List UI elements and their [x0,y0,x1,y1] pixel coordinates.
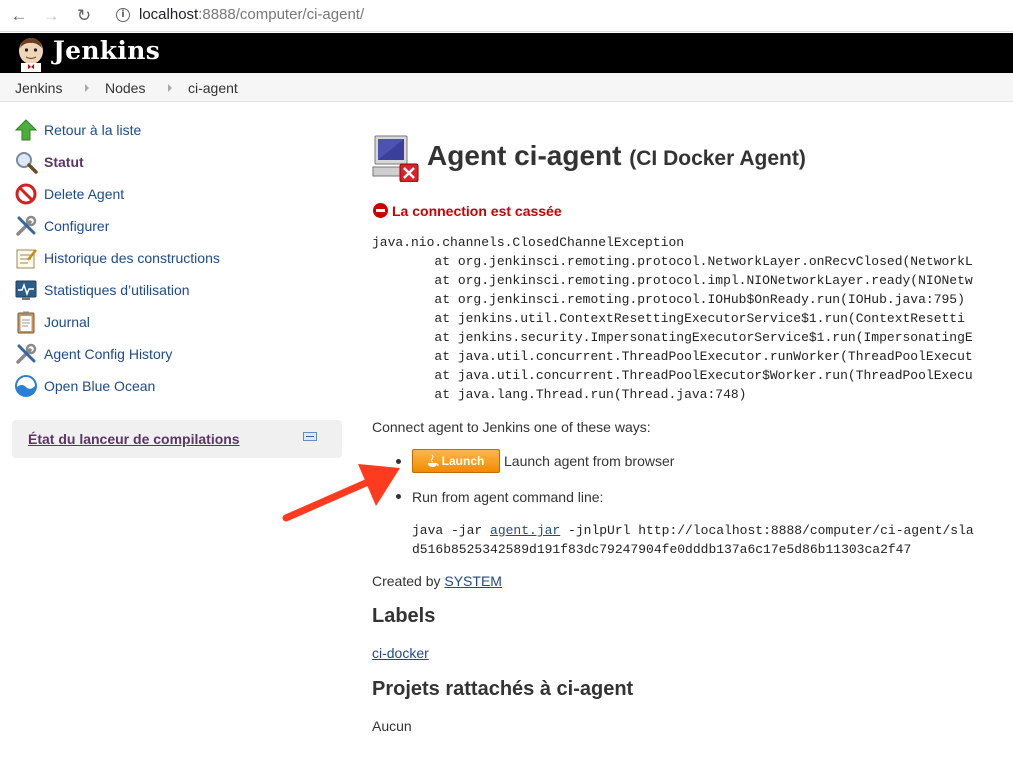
task-label[interactable]: Historique des constructions [44,250,220,266]
back-arrow-icon[interactable]: ← [8,5,30,27]
task-open-blue-ocean[interactable]: Open Blue Ocean [14,374,334,398]
executor-status-pane: État du lanceur de compilations [12,420,342,458]
side-panel: Retour à la liste Statut Delete Agent Co… [0,102,350,768]
task-agent-config-history[interactable]: Agent Config History [14,342,334,366]
task-configure[interactable]: Configurer [14,214,334,238]
main-panel: Agent ci-agent (CI Docker Agent) La conn… [372,102,1013,768]
created-by: Created by SYSTEM [372,573,502,589]
collapse-icon[interactable] [303,432,317,441]
url-host: localhost [139,6,199,23]
cmd-prefix: java -jar [412,523,491,538]
task-load-statistics[interactable]: Statistiques d’utilisation [14,278,334,302]
task-label[interactable]: Delete Agent [44,186,124,202]
breadcrumb: Jenkins Nodes ci-agent [0,73,1013,102]
jenkins-logo-text[interactable]: Jenkins [53,36,160,65]
url-path: :8888/computer/ci-agent/ [198,6,365,23]
magnifier-icon [16,152,38,174]
cmd-jnlp-url: -jnlpUrl http://localhost:8888/computer/… [560,523,974,538]
blue-ocean-icon [15,375,37,397]
task-label[interactable]: Configurer [44,218,109,234]
browser-toolbar: ← → ↻ i localhost:8888/computer/ci-agent… [0,0,1013,32]
url-text[interactable]: localhost:8888/computer/ci-agent/ [139,6,364,23]
info-icon[interactable]: i [116,8,130,22]
task-label[interactable]: Retour à la liste [44,122,141,138]
task-status[interactable]: Statut [14,150,334,174]
page-title: Agent ci-agent (CI Docker Agent) [427,140,806,172]
forward-arrow-icon[interactable]: → [40,5,62,27]
task-label[interactable]: Statistiques d’utilisation [44,282,190,298]
jenkins-butler-icon[interactable] [14,36,48,72]
task-delete-agent[interactable]: Delete Agent [14,182,334,206]
created-by-user-link[interactable]: SYSTEM [444,573,502,589]
launch-description: Launch agent from browser [504,453,675,469]
executor-status-title[interactable]: État du lanceur de compilations [28,431,240,447]
connection-status-text: La connection est cassée [392,203,562,219]
notepad-icon [16,249,37,269]
launch-button[interactable]: Launch [412,449,500,473]
connect-intro: Connect agent to Jenkins one of these wa… [372,419,651,435]
agent-jar-link[interactable]: agent.jar [490,523,560,538]
clipboard-icon [17,311,35,334]
created-by-label: Created by [372,573,445,589]
agent-command: java -jar agent.jar -jnlpUrl http://loca… [412,521,974,559]
tools-icon [16,343,37,364]
launch-button-label: Launch [441,454,485,468]
address-bar[interactable]: i localhost:8888/computer/ci-agent/ [108,3,1013,28]
label-link[interactable]: ci-docker [372,645,429,661]
breadcrumb-item-jenkins[interactable]: Jenkins [15,80,62,96]
breadcrumb-separator-icon [168,84,172,92]
annotation-arrow-icon [282,464,400,522]
monitor-graph-icon [15,280,37,300]
computer-offline-icon [372,135,419,182]
no-entry-icon [15,183,37,205]
error-icon [373,203,388,218]
task-label[interactable]: Open Blue Ocean [44,378,155,394]
task-log[interactable]: Journal [14,310,334,334]
breadcrumb-separator-icon [85,84,89,92]
task-label[interactable]: Statut [44,154,84,170]
breadcrumb-item-ci-agent[interactable]: ci-agent [188,80,238,96]
up-arrow-icon [14,119,38,141]
jenkins-header: Jenkins [0,33,1013,73]
agent-description: (CI Docker Agent) [629,147,806,170]
task-label[interactable]: Agent Config History [44,346,172,362]
task-label[interactable]: Journal [44,314,90,330]
projects-heading: Projets rattachés à ci-agent [372,678,634,700]
java-cup-icon [428,454,439,467]
labels-heading: Labels [372,605,436,627]
task-back-to-list[interactable]: Retour à la liste [14,118,334,142]
breadcrumb-item-nodes[interactable]: Nodes [105,80,145,96]
projects-none: Aucun [372,718,412,734]
stack-trace: java.nio.channels.ClosedChannelException… [372,235,973,402]
agent-name: Agent ci-agent [427,140,622,171]
reload-icon[interactable]: ↻ [73,5,95,27]
task-build-history[interactable]: Historique des constructions [14,246,334,270]
cmd-secret: d516b8525342589d191f83dc79247904fe0dddb1… [412,542,912,557]
run-from-command-line-label: Run from agent command line: [412,489,604,505]
tools-icon [16,215,37,236]
